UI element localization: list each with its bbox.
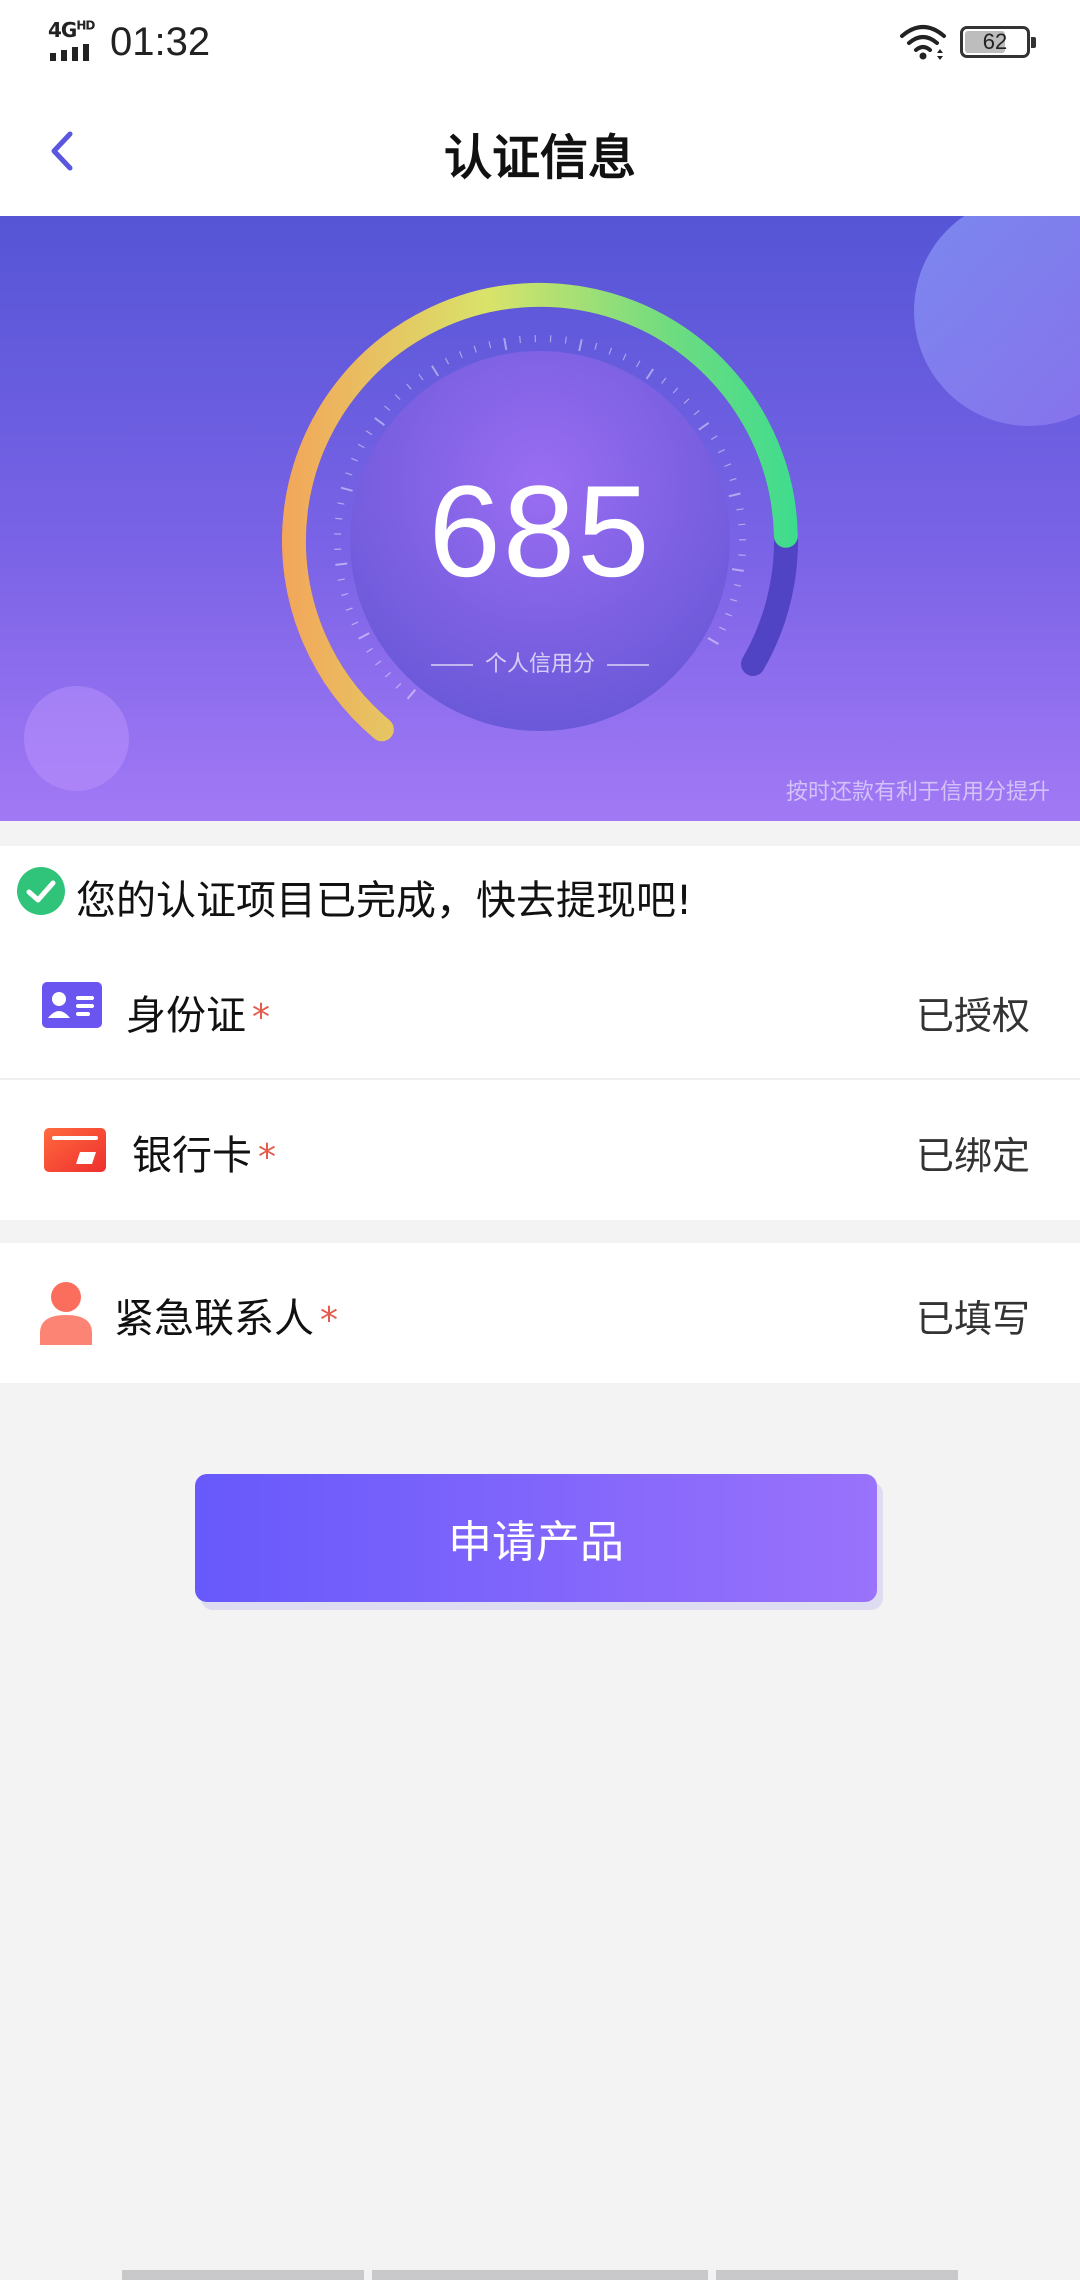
id-card-status: 已授权 xyxy=(915,994,1030,1038)
gauge-tick xyxy=(698,421,710,431)
gauge-tick xyxy=(473,345,477,353)
check-circle-icon xyxy=(17,867,65,915)
gauge-tick xyxy=(710,435,718,441)
status-bar: 4GHD 01:32 62 xyxy=(0,0,1080,86)
gauge-tick xyxy=(725,612,733,617)
gauge-tick xyxy=(564,336,567,344)
list-item-emergency-contact[interactable]: 紧急联系人 * 已填写 xyxy=(0,1243,1080,1383)
gauge-tick xyxy=(503,337,508,351)
gauge-tick xyxy=(444,357,450,365)
gauge-tick xyxy=(608,347,613,355)
page-title: 认证信息 xyxy=(443,130,636,186)
gauge-tick xyxy=(707,637,719,645)
required-mark: * xyxy=(258,1137,276,1178)
credit-score-label: 个人信用分 xyxy=(484,652,595,677)
id-card-icon xyxy=(42,982,102,1028)
status-time: 01:32 xyxy=(110,20,211,64)
verification-list: 身份证 * 已授权 银行卡 * 已绑定 xyxy=(0,940,1080,1220)
credit-score-panel: 685 个人信用分 按时还款有利于信用分提升 xyxy=(0,216,1080,821)
nav-bar: 认证信息 xyxy=(0,86,1080,216)
gauge-tick xyxy=(357,443,365,449)
gauge-tick xyxy=(693,409,700,416)
gauge-tick xyxy=(488,341,492,349)
gauge-tick xyxy=(351,621,359,626)
gesture-bar-segment xyxy=(122,2270,364,2280)
gauge-tick xyxy=(645,368,655,380)
gauge-tick xyxy=(661,377,667,384)
gauge-tick xyxy=(458,351,463,359)
completion-notice-text: 您的认证项目已完成，快去提现吧! xyxy=(76,878,693,924)
gauge-tick xyxy=(622,353,627,361)
bank-card-icon xyxy=(44,1128,106,1172)
gauge-tick xyxy=(718,449,725,454)
contact-list: 紧急联系人 * 已填写 xyxy=(0,1243,1080,1383)
gauge-tick xyxy=(365,430,373,436)
gesture-bar-segment xyxy=(716,2270,958,2280)
required-mark: * xyxy=(320,1300,338,1341)
id-card-label: 身份证 xyxy=(126,993,246,1039)
completion-notice: 您的认证项目已完成，快去提现吧! xyxy=(0,846,1080,940)
gesture-bar-segment xyxy=(372,2270,708,2280)
gauge-tick xyxy=(519,335,521,344)
gauge-tick xyxy=(635,360,641,368)
required-mark: * xyxy=(252,997,270,1038)
credit-tip: 按时还款有利于信用分提升 xyxy=(785,780,1050,805)
gauge-tick xyxy=(683,398,690,405)
gauge-tick xyxy=(384,405,391,411)
credit-score-value: 685 xyxy=(428,458,652,604)
gauge-tick xyxy=(394,394,401,400)
gauge-tick xyxy=(418,373,424,381)
apply-product-button[interactable]: 申请产品 xyxy=(195,1474,877,1602)
gauge-tick xyxy=(578,339,583,352)
bank-card-status: 已绑定 xyxy=(915,1134,1030,1178)
network-sup: HD xyxy=(76,18,95,33)
gauge-tick xyxy=(431,365,440,377)
gauge-tick xyxy=(719,626,726,631)
gauge-tick xyxy=(395,682,402,689)
battery-icon: 62 xyxy=(960,26,1036,58)
gauge-tick xyxy=(672,387,679,394)
emergency-contact-label: 紧急联系人 xyxy=(114,1296,314,1342)
network-type: 4G xyxy=(48,18,77,42)
gauge-tick xyxy=(594,342,598,350)
gauge-tick xyxy=(345,607,353,611)
emergency-contact-status: 已填写 xyxy=(915,1297,1030,1341)
list-item-bank-card[interactable]: 银行卡 * 已绑定 xyxy=(0,1080,1080,1220)
list-item-id-card[interactable]: 身份证 * 已授权 xyxy=(0,940,1080,1080)
credit-score-label-row: 个人信用分 xyxy=(0,646,1080,678)
battery-level: 62 xyxy=(982,29,1008,54)
wifi-icon xyxy=(900,25,946,60)
bank-card-label: 银行卡 xyxy=(132,1133,252,1179)
contact-person-icon xyxy=(40,1282,92,1345)
gauge-tick xyxy=(406,383,412,390)
signal-icon: 4GHD xyxy=(48,18,100,62)
gauge-tick xyxy=(406,688,417,700)
gauge-tick xyxy=(374,417,385,426)
gauge-tick xyxy=(358,632,370,640)
